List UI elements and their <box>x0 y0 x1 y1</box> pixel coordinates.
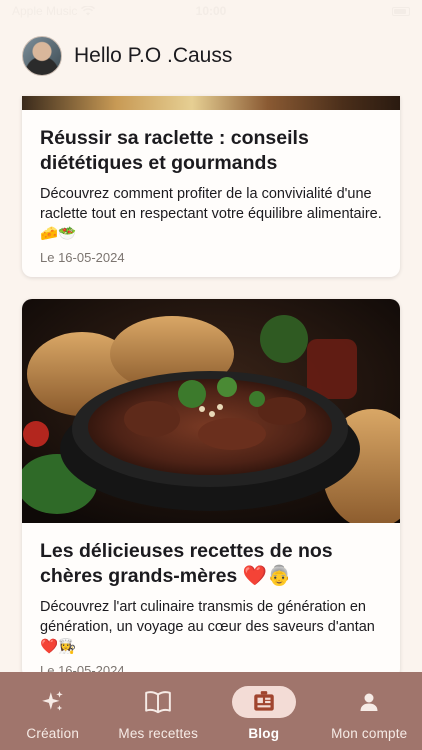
nav-icon-container <box>126 686 190 718</box>
newspaper-icon <box>254 691 274 711</box>
avatar[interactable] <box>22 36 62 76</box>
nav-item-creation[interactable]: Création <box>5 686 101 741</box>
nav-icon-container <box>337 686 401 718</box>
post-body: Les délicieuses recettes de nos chères g… <box>22 523 400 678</box>
nav-icon-container <box>231 686 296 718</box>
person-icon <box>360 693 378 711</box>
blog-feed[interactable]: Réussir sa raclette : conseils diététiqu… <box>22 96 400 679</box>
post-body: Réussir sa raclette : conseils diététiqu… <box>22 110 400 265</box>
greeting-text: Hello P.O .Causs <box>74 44 233 67</box>
post-title: Les délicieuses recettes de nos chères g… <box>40 540 333 587</box>
post-image <box>22 299 400 523</box>
status-carrier-group: Apple Music <box>12 4 96 18</box>
status-time: 10:00 <box>195 4 227 18</box>
nav-item-blog[interactable]: Blog <box>216 686 312 741</box>
post-image <box>22 96 400 110</box>
nav-label: Mon compte <box>331 726 408 741</box>
blog-post-card[interactable]: Réussir sa raclette : conseils diététiqu… <box>22 96 400 277</box>
blog-post-card[interactable]: Les délicieuses recettes de nos chères g… <box>22 299 400 679</box>
nav-label: Mes recettes <box>118 726 199 741</box>
app-header: Hello P.O .Causs <box>0 22 422 90</box>
nav-label: Création <box>26 726 80 741</box>
nav-label: Blog <box>248 726 280 741</box>
nav-item-mes-recettes[interactable]: Mes recettes <box>110 686 206 741</box>
post-description: Découvrez l'art culinaire transmis de gé… <box>40 599 375 655</box>
bottom-navigation: Création Mes recettes Blog Mon compte <box>0 672 422 750</box>
nav-icon-container <box>21 686 85 718</box>
battery-icon <box>392 6 410 16</box>
sparkles-icon <box>41 691 63 711</box>
nav-item-mon-compte[interactable]: Mon compte <box>321 686 417 741</box>
post-date: Le 16-05-2024 <box>40 250 125 265</box>
book-icon <box>145 691 172 714</box>
carrier-label: Apple Music <box>12 4 78 18</box>
post-description: Découvrez comment profiter de la convivi… <box>40 186 382 242</box>
post-title: Réussir sa raclette : conseils diététiqu… <box>40 127 309 174</box>
status-bar: Apple Music 10:00 <box>0 0 422 22</box>
wifi-icon <box>81 6 96 16</box>
